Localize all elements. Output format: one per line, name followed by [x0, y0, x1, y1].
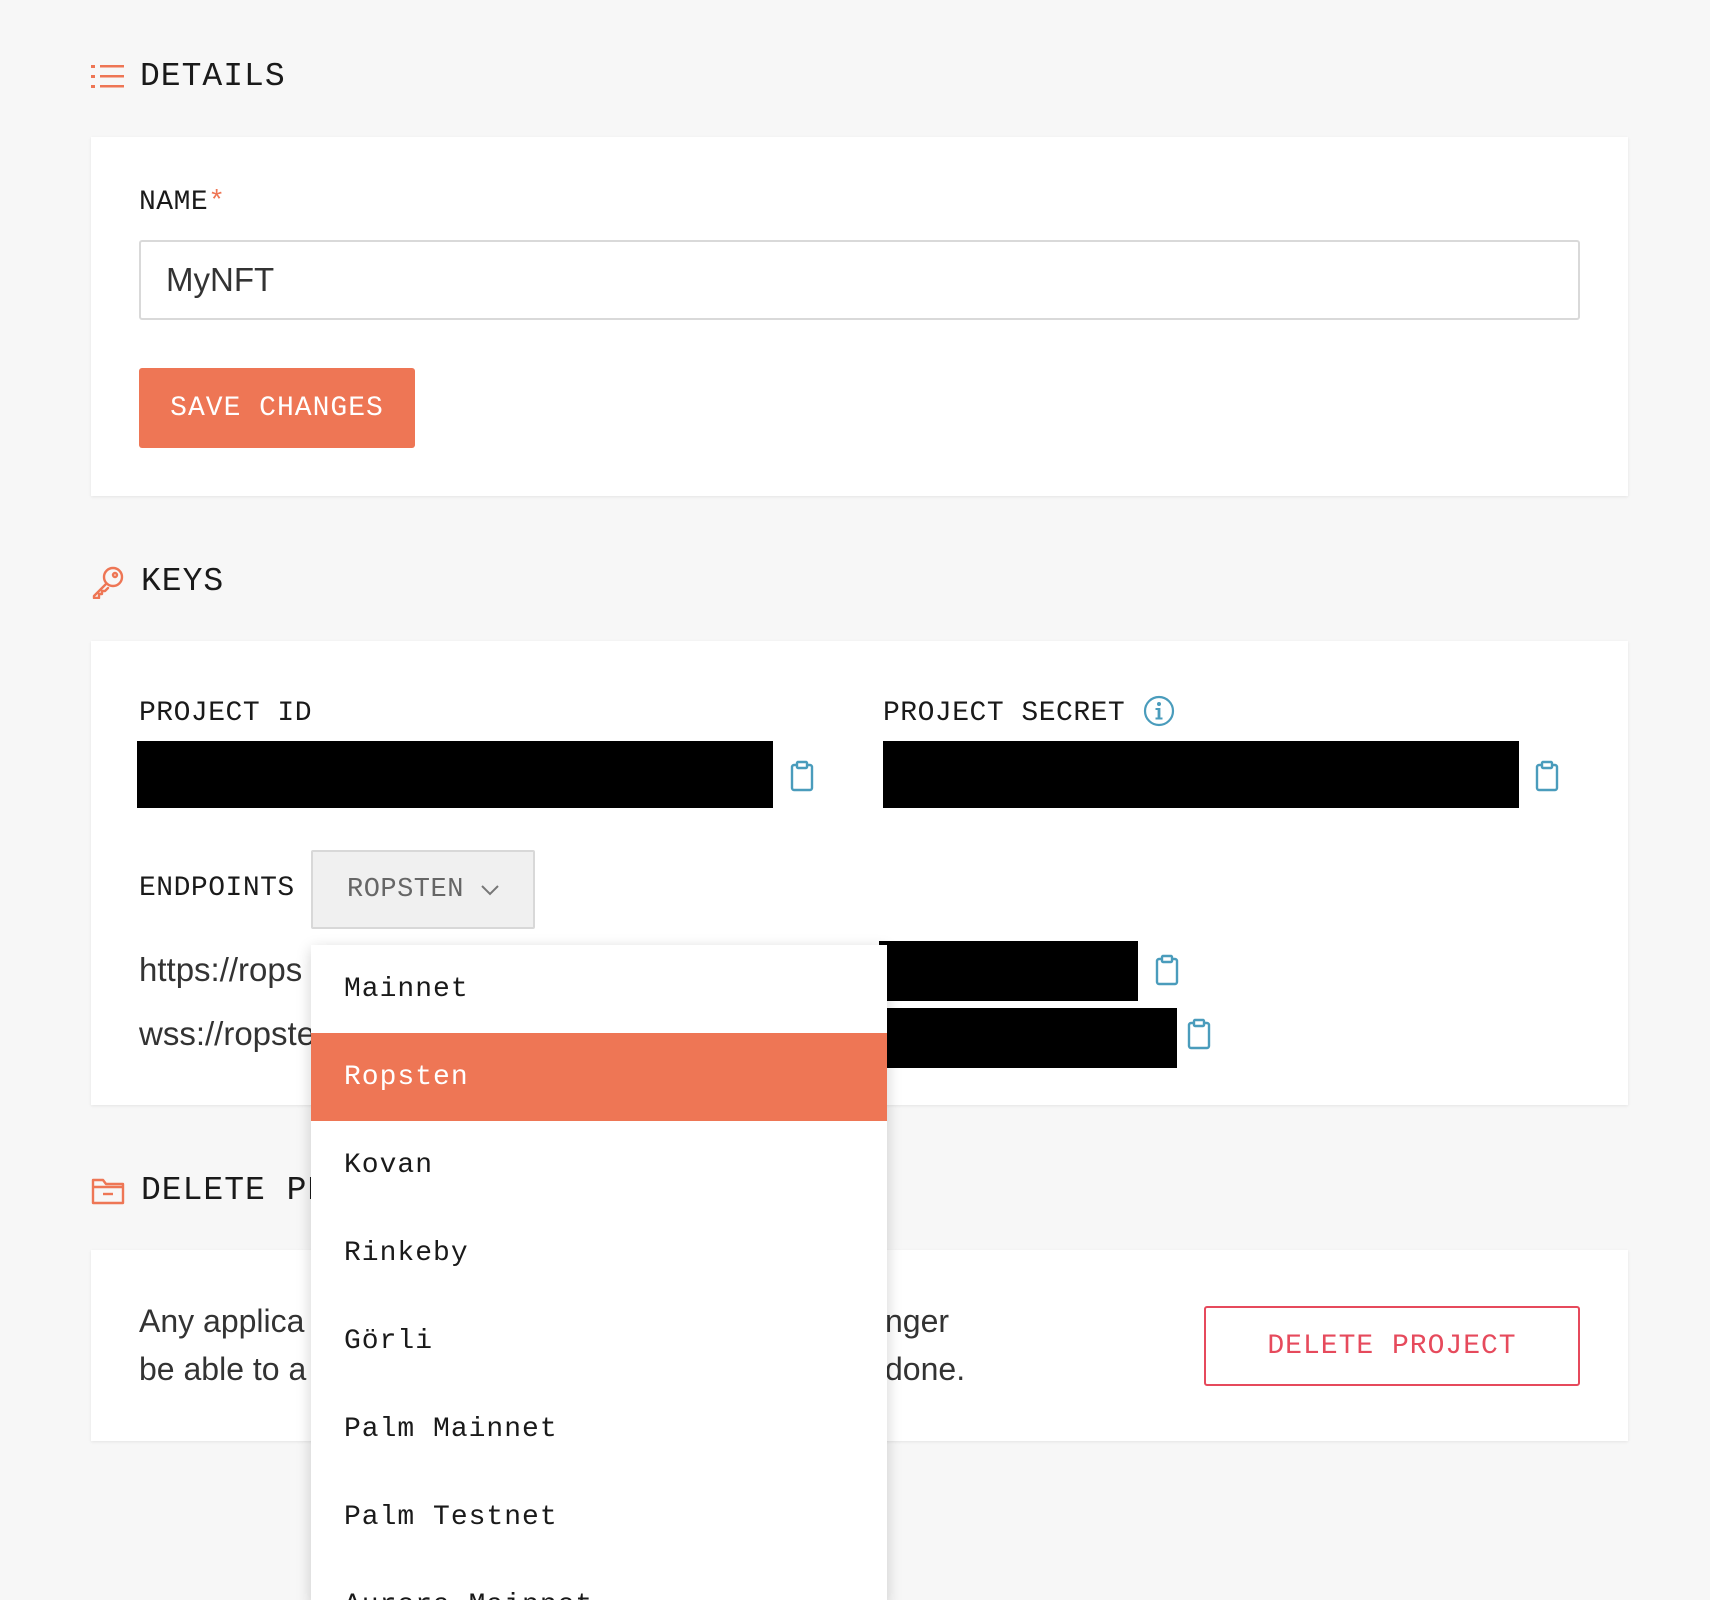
project-secret-label: PROJECT SECRET — [883, 698, 1126, 729]
delete-warning-line1-right: nger — [885, 1303, 950, 1339]
name-label-text: NAME — [139, 187, 209, 218]
project-id-redacted — [137, 741, 773, 808]
info-icon[interactable] — [1143, 695, 1175, 732]
delete-header: DELETE PR — [91, 1172, 328, 1209]
network-select[interactable]: ROPSTEN — [311, 850, 535, 929]
name-input[interactable] — [139, 240, 1580, 320]
https-endpoint: https://rops — [139, 951, 303, 988]
details-title: DETAILS — [140, 58, 286, 95]
clipboard-icon[interactable] — [790, 760, 814, 797]
https-endpoint-redacted — [879, 941, 1138, 1001]
dropdown-option-rinkeby[interactable]: Rinkeby — [311, 1209, 887, 1297]
endpoints-label: ENDPOINTS — [139, 873, 295, 904]
list-icon — [91, 63, 124, 91]
save-changes-button[interactable]: SAVE CHANGES — [139, 368, 415, 448]
clipboard-icon[interactable] — [1187, 1018, 1211, 1055]
dropdown-option-görli[interactable]: Görli — [311, 1297, 887, 1385]
key-icon — [91, 565, 125, 599]
network-select-value: ROPSTEN — [347, 874, 464, 905]
chevron-down-icon — [464, 875, 500, 905]
clipboard-icon[interactable] — [1535, 760, 1559, 797]
dropdown-option-aurora-mainnet[interactable]: Aurora Mainnet — [311, 1561, 887, 1600]
keys-header: KEYS — [91, 563, 224, 600]
delete-warning-line2-left: be able to a — [139, 1351, 307, 1387]
delete-project-button[interactable]: DELETE PROJECT — [1204, 1306, 1580, 1386]
wss-endpoint-redacted — [877, 1008, 1177, 1068]
keys-title: KEYS — [141, 563, 225, 600]
required-mark: * — [208, 187, 226, 218]
name-label: NAME* — [139, 187, 226, 218]
dropdown-option-ropsten[interactable]: Ropsten — [311, 1033, 887, 1121]
delete-warning-line1-left: Any applica — [139, 1303, 305, 1339]
delete-warning-line2-right: done. — [885, 1351, 966, 1387]
wss-endpoint: wss://ropste — [139, 1015, 316, 1052]
network-dropdown-menu: Mainnet Ropsten Kovan Rinkeby Görli Palm Main… — [311, 945, 887, 1600]
delete-title: DELETE PR — [141, 1172, 329, 1209]
dropdown-option-palm-testnet[interactable]: Palm Testnet — [311, 1473, 887, 1561]
dropdown-option-mainnet[interactable]: Mainnet — [311, 945, 887, 1033]
folder-icon — [91, 1177, 125, 1205]
dropdown-option-kovan[interactable]: Kovan — [311, 1121, 887, 1209]
project-id-label: PROJECT ID — [139, 698, 313, 729]
dropdown-option-palm-mainnet[interactable]: Palm Mainnet — [311, 1385, 887, 1473]
clipboard-icon[interactable] — [1155, 954, 1179, 991]
project-secret-redacted — [883, 741, 1519, 808]
details-header: DETAILS — [91, 58, 286, 95]
